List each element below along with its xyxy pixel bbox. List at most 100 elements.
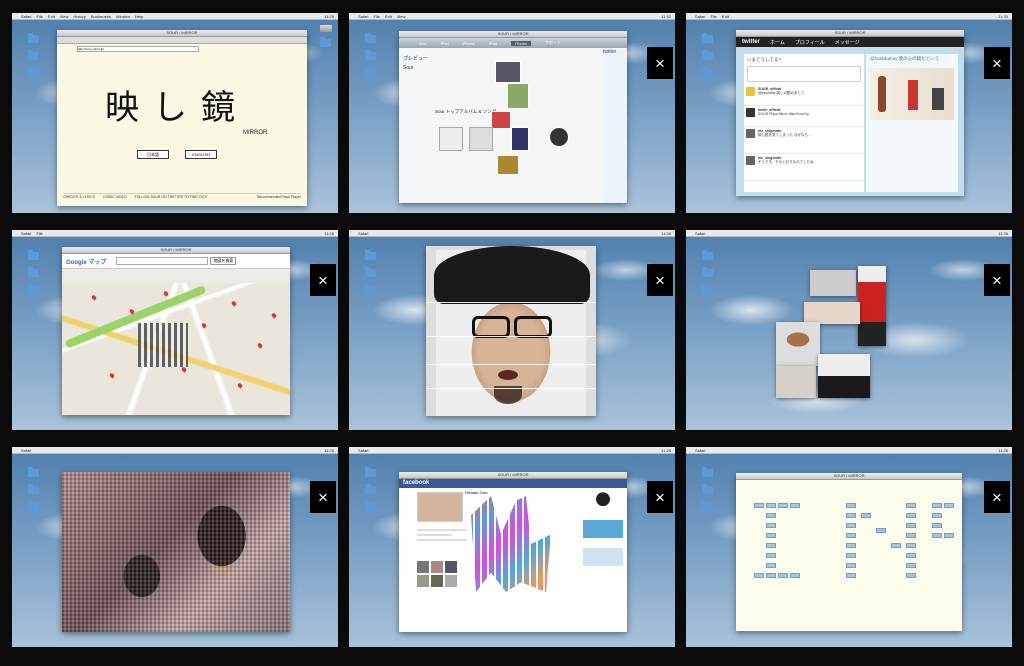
profile-name[interactable]: Hiroaki Ono: [465, 490, 488, 495]
menu-view[interactable]: View: [60, 14, 69, 19]
folder-icon[interactable]: [702, 467, 713, 477]
tweet-button[interactable]: [906, 563, 916, 568]
folder-icon[interactable]: [365, 501, 376, 511]
menu-app[interactable]: Safari: [695, 231, 705, 236]
folder-icon[interactable]: [28, 501, 39, 511]
menu-app[interactable]: Safari: [358, 231, 368, 236]
menu-edit[interactable]: Edit: [722, 14, 729, 19]
folder-icon[interactable]: [702, 484, 713, 494]
menu-file[interactable]: File: [36, 231, 42, 236]
tweet[interactable]: hie_shigesato 映し鏡を見てしまった なぜなら...: [744, 127, 864, 154]
facebook-logo[interactable]: facebook: [399, 479, 627, 488]
folder-icon[interactable]: [702, 501, 713, 511]
umbrella-icon[interactable]: [583, 492, 623, 510]
tweet-button[interactable]: [906, 553, 916, 558]
map-pin-icon[interactable]: [236, 382, 244, 389]
japanese-button[interactable]: 日本語: [137, 150, 169, 159]
tweet-button[interactable]: [778, 503, 788, 508]
menu-app[interactable]: Safari: [358, 448, 368, 453]
close-icon[interactable]: ×: [310, 264, 336, 296]
map-pin-icon[interactable]: [180, 366, 188, 373]
close-icon[interactable]: ×: [984, 481, 1010, 513]
album-thumbnail[interactable]: [507, 83, 529, 109]
avatar[interactable]: [746, 129, 755, 138]
mini-window-drum[interactable]: [776, 322, 820, 366]
tweet-button[interactable]: [790, 573, 800, 578]
folder-icon[interactable]: [365, 467, 376, 477]
close-icon[interactable]: ×: [984, 264, 1010, 296]
tweet-button[interactable]: [906, 503, 916, 508]
folder-icon[interactable]: [702, 267, 713, 277]
menu-file[interactable]: File: [373, 14, 379, 19]
folder-icon[interactable]: [365, 50, 376, 60]
credits-link[interactable]: CREDITS & LYRICS: [63, 195, 95, 199]
ad-image[interactable]: [583, 548, 623, 566]
tweet-button[interactable]: [906, 543, 916, 548]
map-canvas[interactable]: [62, 283, 290, 415]
folder-icon[interactable]: [28, 284, 39, 294]
avatar[interactable]: [746, 87, 755, 96]
menu-app[interactable]: Safari: [695, 14, 705, 19]
album-thumbnail[interactable]: [511, 127, 529, 151]
folder-icon[interactable]: [28, 50, 39, 60]
tweet[interactable]: SOUR_official @soundfile 映しの鏡のあとで: [744, 85, 864, 106]
tweet-button[interactable]: [846, 563, 856, 568]
tweet-button[interactable]: [766, 533, 776, 538]
tweet[interactable]: hie_shigesato そうです。そのとおりなのでしたね: [744, 154, 864, 181]
folder-icon[interactable]: [702, 50, 713, 60]
folder-icon[interactable]: [365, 267, 376, 277]
map-pin-icon[interactable]: [270, 312, 278, 319]
english-button[interactable]: ENGLISH: [185, 150, 217, 159]
tweet-button[interactable]: [790, 503, 800, 508]
tweet-button[interactable]: [846, 513, 856, 518]
tweet-button[interactable]: [891, 543, 901, 548]
nav-messages[interactable]: メッセージ: [835, 39, 860, 46]
folder-icon[interactable]: [702, 250, 713, 260]
menu-window[interactable]: Window: [116, 14, 130, 19]
tweet[interactable]: hoshi_official SOUR Plays Mirror http://t…: [744, 106, 864, 127]
folder-icon[interactable]: [365, 33, 376, 43]
twitter-follow-link[interactable]: FOLLOW SOUR ON TWITTER TO FIND OUT!: [135, 195, 208, 199]
close-icon[interactable]: ×: [647, 264, 673, 296]
tweet-button[interactable]: [846, 543, 856, 548]
menu-app[interactable]: Safari: [695, 448, 705, 453]
album-cover[interactable]: [549, 127, 569, 147]
menu-history[interactable]: History: [73, 14, 85, 19]
folder-icon[interactable]: [702, 33, 713, 43]
map-pin-icon[interactable]: [108, 372, 116, 379]
comic-video-link[interactable]: COMIC VIDEO: [103, 195, 127, 199]
twitter-logo[interactable]: twitter: [742, 39, 760, 45]
folder-icon[interactable]: [28, 250, 39, 260]
tweet-button[interactable]: [754, 503, 764, 508]
tab-mac[interactable]: Mac: [419, 41, 427, 46]
folder-icon[interactable]: [28, 67, 39, 77]
tweet-button[interactable]: [932, 523, 942, 528]
tweet-button[interactable]: [754, 573, 764, 578]
tweet-button[interactable]: [861, 513, 871, 518]
map-search-button[interactable]: 地図を検索: [210, 257, 237, 265]
tweet-button[interactable]: [766, 573, 776, 578]
album-cover[interactable]: [469, 127, 493, 151]
close-icon[interactable]: ×: [647, 47, 673, 79]
tweet-button[interactable]: [906, 573, 916, 578]
folder-icon[interactable]: [365, 284, 376, 294]
menu-help[interactable]: Help: [135, 14, 143, 19]
folder-icon[interactable]: [702, 67, 713, 77]
map-pin-icon[interactable]: [256, 342, 264, 349]
tweet-button[interactable]: [766, 513, 776, 518]
tweet-button[interactable]: [932, 513, 942, 518]
google-maps-logo[interactable]: Google マップ: [66, 257, 106, 266]
menu-app[interactable]: Safari: [21, 448, 31, 453]
tweet-button[interactable]: [846, 573, 856, 578]
nav-home[interactable]: ホーム: [770, 39, 785, 46]
tweet-button[interactable]: [778, 573, 788, 578]
avatar[interactable]: [746, 108, 755, 117]
tweet-button[interactable]: [906, 513, 916, 518]
menu-bookmarks[interactable]: Bookmarks: [91, 14, 111, 19]
close-icon[interactable]: ×: [647, 481, 673, 513]
folder-icon[interactable]: [28, 484, 39, 494]
tab-itunes[interactable]: iTunes: [511, 40, 531, 46]
map-pin-icon[interactable]: [230, 300, 238, 307]
close-icon[interactable]: ×: [984, 47, 1010, 79]
tweet-button[interactable]: [846, 523, 856, 528]
